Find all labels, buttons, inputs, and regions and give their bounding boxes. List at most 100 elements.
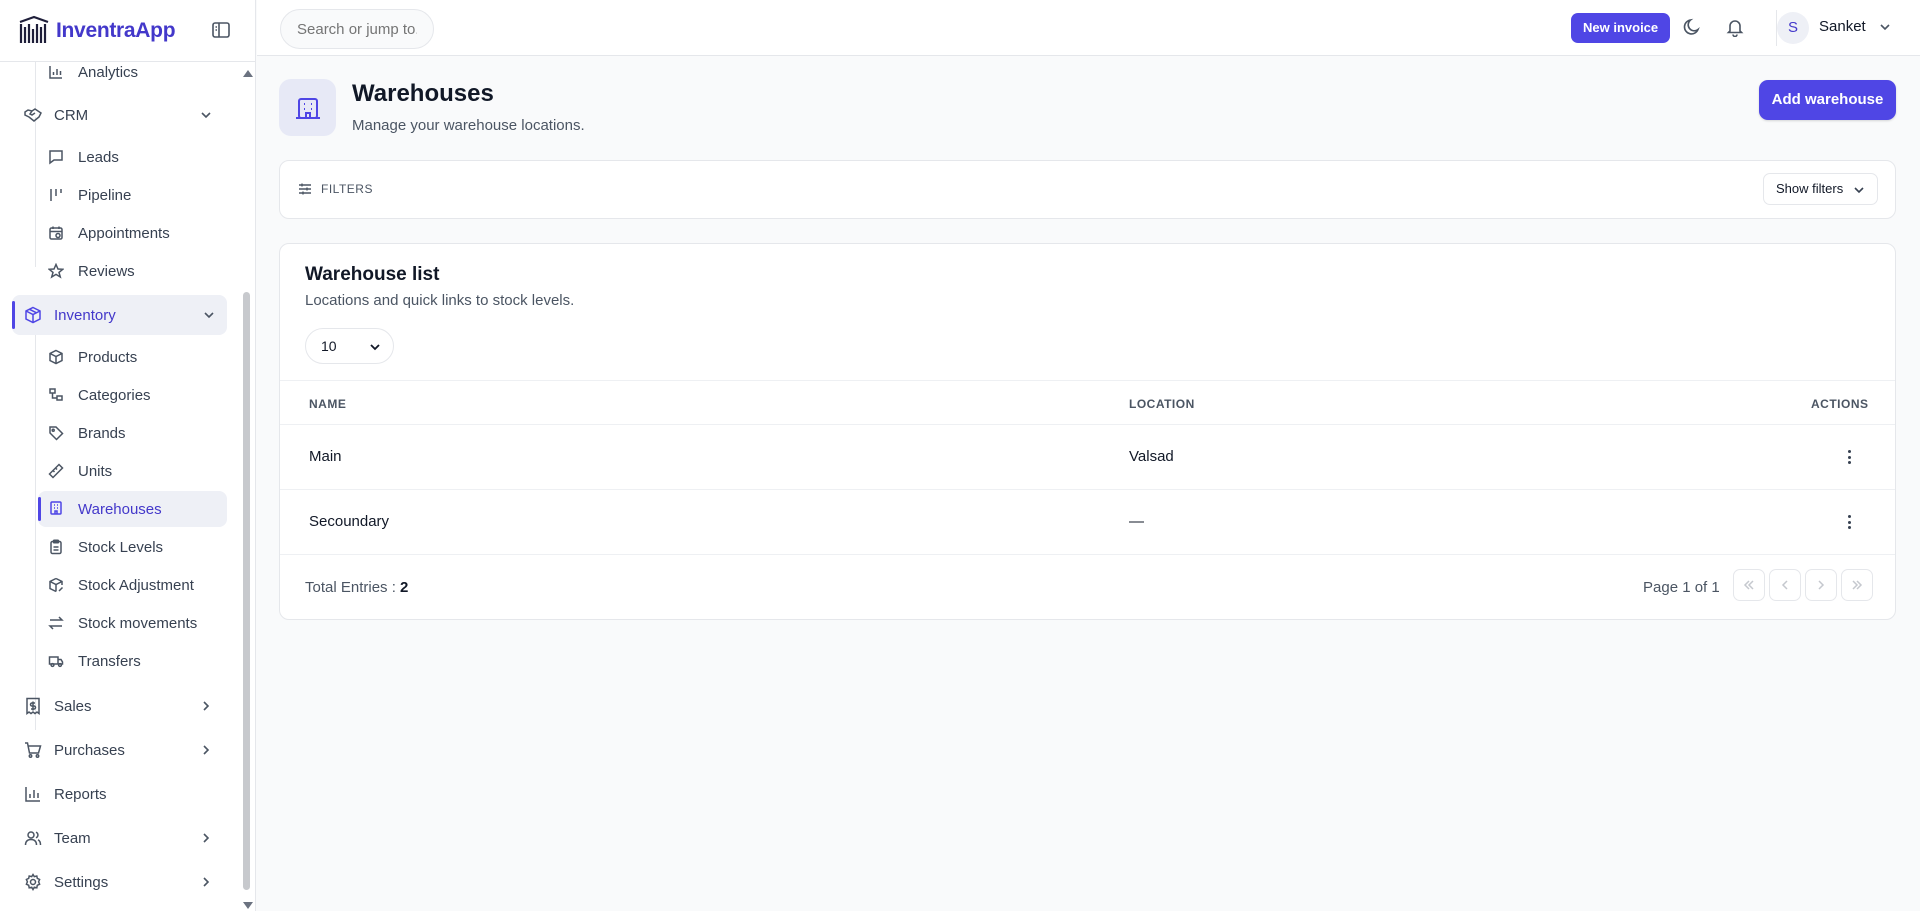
- sidebar-item-purchases[interactable]: Purchases: [24, 732, 224, 768]
- brand-name: InventraApp: [56, 18, 176, 42]
- table-row[interactable]: Main Valsad: [280, 425, 1895, 490]
- sidebar-item-label: Inventory: [54, 306, 116, 324]
- filters-label: FILTERS: [321, 182, 373, 196]
- search-input[interactable]: [280, 9, 434, 49]
- gear-icon: [24, 873, 42, 891]
- user-name[interactable]: Sanket: [1819, 18, 1866, 35]
- sidebar-item-appointments[interactable]: Appointments: [48, 217, 228, 249]
- sidebar-item-label: Units: [78, 462, 113, 480]
- total-entries-count: 2: [400, 579, 409, 596]
- sidebar-item-label: Reviews: [78, 262, 135, 280]
- add-warehouse-button[interactable]: Add warehouse: [1759, 80, 1896, 120]
- filters-card: FILTERS Show filters: [279, 160, 1896, 219]
- column-header-actions: ACTIONS: [1811, 397, 1869, 411]
- sidebar-item-stock-movements[interactable]: Stock movements: [48, 607, 228, 639]
- warehouse-name: Secoundary: [309, 513, 390, 530]
- package-icon: [24, 306, 42, 324]
- sidebar-scrollbar[interactable]: [241, 62, 253, 911]
- show-filters-button[interactable]: Show filters: [1763, 173, 1878, 205]
- sidebar-item-label: Warehouses: [78, 500, 162, 518]
- sidebar-item-settings[interactable]: Settings: [24, 864, 224, 900]
- chevron-down-icon[interactable]: [1879, 21, 1891, 33]
- table-row[interactable]: Secoundary —: [280, 490, 1895, 555]
- sliders-icon: [298, 182, 312, 196]
- tag-icon: [48, 425, 64, 441]
- sidebar-item-label: Brands: [78, 424, 126, 442]
- sidebar-item-stock-adjustment[interactable]: Stock Adjustment: [48, 569, 228, 601]
- next-page-button[interactable]: [1805, 569, 1837, 601]
- warehouse-location: —: [1129, 513, 1144, 530]
- sidebar-item-stock-levels[interactable]: Stock Levels: [48, 531, 228, 563]
- sidebar-item-label: Team: [54, 829, 91, 847]
- shopping-cart-icon: [24, 741, 42, 759]
- brand[interactable]: InventraApp: [0, 0, 255, 62]
- page-size-select[interactable]: 10: [305, 328, 394, 364]
- truck-icon: [48, 653, 64, 669]
- sidebar-item-brands[interactable]: Brands: [48, 417, 228, 449]
- sidebar-item-warehouses[interactable]: Warehouses: [38, 491, 227, 527]
- sidebar-item-analytics[interactable]: Analytics: [48, 62, 228, 88]
- sidebar-item-leads[interactable]: Leads: [48, 141, 228, 173]
- sidebar-item-team[interactable]: Team: [24, 820, 224, 856]
- sidebar-nav: Analytics CRM Leads Pipeline Appointment…: [0, 62, 256, 911]
- chevron-down-icon: [200, 109, 212, 121]
- scrollbar-thumb[interactable]: [243, 292, 250, 890]
- chevron-down-icon: [203, 309, 215, 321]
- bar-chart-icon: [48, 64, 64, 80]
- list-subtitle: Locations and quick links to stock level…: [305, 292, 575, 309]
- sidebar-item-crm[interactable]: CRM: [24, 97, 224, 133]
- warehouse-list-card: Warehouse list Locations and quick links…: [279, 243, 1896, 620]
- sidebar-item-pipeline[interactable]: Pipeline: [48, 179, 228, 211]
- sidebar-item-reviews[interactable]: Reviews: [48, 255, 228, 287]
- avatar[interactable]: S: [1777, 12, 1809, 44]
- last-page-button[interactable]: [1841, 569, 1873, 601]
- sidebar-item-transfers[interactable]: Transfers: [48, 645, 228, 677]
- scroll-up-arrow[interactable]: [243, 70, 253, 77]
- moon-icon[interactable]: [1682, 17, 1702, 37]
- chevron-left-icon: [1779, 579, 1791, 591]
- calendar-clock-icon: [48, 225, 64, 241]
- total-entries-label: Total Entries :: [305, 579, 396, 596]
- sidebar-item-label: Analytics: [78, 63, 139, 81]
- warehouse-location: Valsad: [1129, 448, 1174, 465]
- clipboard-icon: [48, 539, 64, 555]
- page-info: Page 1 of 1: [1643, 579, 1720, 596]
- chevrons-right-icon: [1851, 579, 1863, 591]
- sidebar-item-sales[interactable]: Sales: [24, 688, 224, 724]
- chevron-down-icon: [1853, 184, 1865, 196]
- sidebar-item-reports[interactable]: Reports: [24, 776, 224, 812]
- chevron-down-icon: [369, 341, 381, 353]
- more-vertical-icon[interactable]: [1841, 514, 1857, 530]
- sidebar-item-units[interactable]: Units: [48, 455, 228, 487]
- table-header: NAME LOCATION ACTIONS: [280, 380, 1895, 425]
- show-filters-label: Show filters: [1776, 181, 1844, 196]
- chevron-right-icon: [200, 832, 212, 844]
- top-bar: New invoice S Sanket: [257, 0, 1920, 56]
- sidebar-item-label: Sales: [54, 697, 92, 715]
- chevron-right-icon: [200, 876, 212, 888]
- star-icon: [48, 263, 64, 279]
- arrows-exchange-icon: [48, 615, 64, 631]
- new-invoice-button[interactable]: New invoice: [1571, 13, 1671, 43]
- sidebar-item-label: Leads: [78, 148, 119, 166]
- bell-icon[interactable]: [1725, 17, 1745, 37]
- sidebar-item-label: Settings: [54, 873, 109, 891]
- sidebar-item-inventory[interactable]: Inventory: [12, 295, 227, 335]
- page-subtitle: Manage your warehouse locations.: [352, 117, 585, 134]
- sidebar-item-label: Purchases: [54, 741, 125, 759]
- scroll-down-arrow[interactable]: [243, 902, 253, 909]
- ruler-icon: [48, 463, 64, 479]
- sidebar-item-products[interactable]: Products: [48, 341, 228, 373]
- active-indicator: [38, 497, 41, 521]
- previous-page-button[interactable]: [1769, 569, 1801, 601]
- sidebar-item-label: Stock movements: [78, 614, 198, 632]
- package-edit-icon: [48, 577, 64, 593]
- handshake-icon: [24, 106, 42, 124]
- receipt-dollar-icon: [24, 697, 42, 715]
- sidebar-item-categories[interactable]: Categories: [48, 379, 228, 411]
- page-size-value: 10: [321, 338, 337, 354]
- first-page-button[interactable]: [1733, 569, 1765, 601]
- more-vertical-icon[interactable]: [1841, 449, 1857, 465]
- sidebar: InventraApp Analytics CRM Leads Pipeline: [0, 0, 256, 911]
- sidebar-toggle-icon[interactable]: [211, 20, 231, 40]
